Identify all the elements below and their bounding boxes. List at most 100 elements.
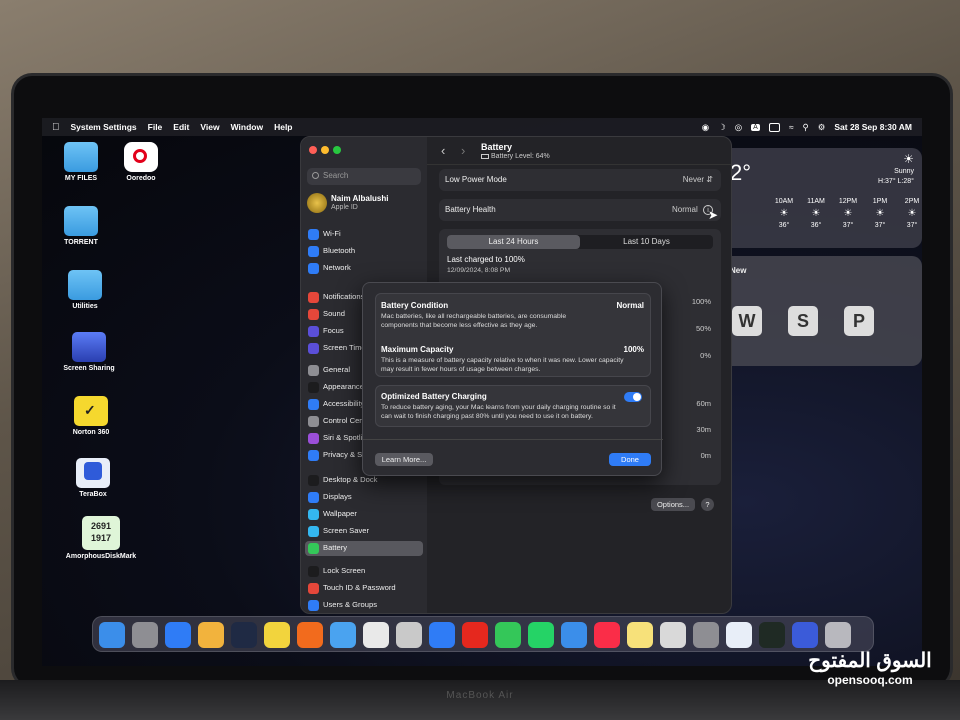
- pane-header: ‹ › Battery Battery Level: 64%: [427, 137, 731, 165]
- safari-blue-icon[interactable]: [429, 622, 455, 648]
- desktop-icon-torrent[interactable]: TORRENT: [46, 206, 116, 246]
- sidebar-item-touch-id-password[interactable]: Touch ID & Password: [305, 581, 423, 596]
- hour-temp: 37°: [906, 222, 918, 229]
- sidebar-item-icon: [308, 433, 319, 444]
- menu-edit[interactable]: Edit: [173, 122, 189, 132]
- weather-widget[interactable]: 2° ☀ Sunny H:37° L:28° 10AM ☀ 36° 11AM ☀ 36° 1…: [722, 148, 922, 248]
- sheets-app-icon[interactable]: S: [788, 306, 818, 336]
- apple-menu-icon[interactable]: : [52, 122, 60, 133]
- laptop-model-label: MacBook Air: [446, 690, 514, 701]
- capacity-title: Maximum Capacity: [381, 345, 454, 354]
- wifi-icon[interactable]: ≈: [789, 122, 794, 132]
- word-app-icon[interactable]: W: [732, 306, 762, 336]
- optimized-charging-toggle[interactable]: [624, 392, 642, 402]
- sidebar-item-icon: [308, 416, 319, 427]
- desktop-icon-label: Utilities: [72, 303, 98, 310]
- options-button[interactable]: Options...: [651, 498, 695, 511]
- desktop-icon-diskmark[interactable]: 2691 1917 AmorphousDiskMark: [56, 516, 146, 560]
- low-power-mode-row: Low Power Mode Never ⇵: [439, 169, 721, 191]
- low-power-select[interactable]: Never ⇵: [683, 175, 713, 184]
- mail-icon[interactable]: [561, 622, 587, 648]
- desktop-icon-screen-sharing[interactable]: Screen Sharing: [54, 332, 124, 372]
- screen-sharing-icon[interactable]: [792, 622, 818, 648]
- sidebar-item-wallpaper[interactable]: Wallpaper: [305, 507, 423, 522]
- hour-temp: 37°: [842, 222, 854, 229]
- desktop-icon-ooredoo[interactable]: Ooredoo: [106, 142, 176, 182]
- low-power-value: Never: [682, 175, 705, 184]
- diskmark-write-value: 1917: [90, 533, 112, 543]
- shortcuts-widget[interactable]: New W S P: [722, 256, 922, 366]
- sidebar-item-label: Accessibility: [323, 399, 365, 408]
- last-charged-time: 12/09/2024, 8:08 PM: [447, 267, 511, 274]
- sidebar-item-displays[interactable]: Displays: [305, 490, 423, 505]
- avatar: [307, 193, 327, 213]
- sidebar-item-network[interactable]: Network: [305, 261, 423, 276]
- menu-window[interactable]: Window: [231, 122, 264, 132]
- moon-icon[interactable]: ☽: [718, 122, 726, 133]
- norton-icon[interactable]: [264, 622, 290, 648]
- sidebar-item-label: Lock Screen: [323, 566, 366, 575]
- chrome-icon[interactable]: [363, 622, 389, 648]
- sidebar-item-battery[interactable]: Battery: [305, 541, 423, 556]
- vpn-icon[interactable]: ◎: [735, 122, 742, 133]
- whatsapp-icon[interactable]: [528, 622, 554, 648]
- search-icon[interactable]: ⚲: [803, 122, 809, 133]
- sidebar-item-icon: [308, 382, 319, 393]
- music-icon[interactable]: [594, 622, 620, 648]
- sidebar-item-icon: [308, 492, 319, 503]
- weather-hour: 10AM ☀ 36°: [770, 198, 798, 229]
- desktop-icon-terabox[interactable]: TeraBox: [58, 458, 128, 498]
- menu-help[interactable]: Help: [274, 122, 292, 132]
- input-a-icon[interactable]: A: [751, 123, 760, 131]
- speedtest-icon[interactable]: [231, 622, 257, 648]
- powerpoint-app-icon[interactable]: P: [844, 306, 874, 336]
- zoom-button[interactable]: [333, 146, 341, 154]
- menu-app-name[interactable]: System Settings: [71, 122, 137, 132]
- youtube-icon[interactable]: [462, 622, 488, 648]
- folder-icon: [64, 206, 98, 236]
- sidebar-item-screen-saver[interactable]: Screen Saver: [305, 524, 423, 539]
- tab-last-24-hours[interactable]: Last 24 Hours: [447, 235, 580, 249]
- terabox-icon[interactable]: [726, 622, 752, 648]
- photos-icon[interactable]: [198, 622, 224, 648]
- norton-icon: ✓: [74, 396, 108, 426]
- sidebar-item-users-groups[interactable]: Users & Groups: [305, 598, 423, 613]
- menu-view[interactable]: View: [200, 122, 219, 132]
- sidebar-item-bluetooth[interactable]: Bluetooth: [305, 244, 423, 259]
- help-button[interactable]: ?: [701, 498, 714, 511]
- search-input[interactable]: Search: [307, 168, 421, 185]
- facetime-icon[interactable]: [495, 622, 521, 648]
- forward-button[interactable]: ›: [461, 143, 465, 158]
- user-subtitle: Apple ID: [331, 204, 358, 211]
- app-store-icon[interactable]: [165, 622, 191, 648]
- menu-file[interactable]: File: [148, 122, 163, 132]
- menu-clock[interactable]: Sat 28 Sep 8:30 AM: [834, 122, 912, 132]
- learn-more-button[interactable]: Learn More...: [375, 453, 433, 466]
- trash-icon[interactable]: [825, 622, 851, 648]
- system-settings-icon[interactable]: [693, 622, 719, 648]
- activity-monitor-icon[interactable]: [759, 622, 785, 648]
- preview-icon[interactable]: [396, 622, 422, 648]
- sidebar-item-label: Displays: [323, 492, 352, 501]
- tab-last-10-days[interactable]: Last 10 Days: [580, 235, 713, 249]
- brave-icon[interactable]: [297, 622, 323, 648]
- minimize-button[interactable]: [321, 146, 329, 154]
- sidebar-item-label: Wi-Fi: [323, 229, 341, 238]
- sidebar-item-lock-screen[interactable]: Lock Screen: [305, 564, 423, 579]
- finder-icon[interactable]: [99, 622, 125, 648]
- back-button[interactable]: ‹: [441, 143, 445, 158]
- control-center-icon[interactable]: ⚙: [818, 122, 826, 133]
- sidebar-item-wi-fi[interactable]: Wi-Fi: [305, 227, 423, 242]
- sidebar-item-icon: [308, 246, 319, 257]
- safari-icon[interactable]: [330, 622, 356, 648]
- desktop-icon-utilities[interactable]: Utilities: [50, 270, 120, 310]
- creative-cloud-icon[interactable]: ◉: [702, 122, 709, 133]
- notes-icon[interactable]: [627, 622, 653, 648]
- done-button[interactable]: Done: [609, 453, 651, 466]
- desktop-icon-norton[interactable]: ✓ Norton 360: [56, 396, 126, 436]
- preview-doc-icon[interactable]: [660, 622, 686, 648]
- sidebar-item-label: Battery: [323, 543, 348, 552]
- battery-icon[interactable]: [768, 122, 780, 132]
- launchpad-icon[interactable]: [132, 622, 158, 648]
- close-button[interactable]: [309, 146, 317, 154]
